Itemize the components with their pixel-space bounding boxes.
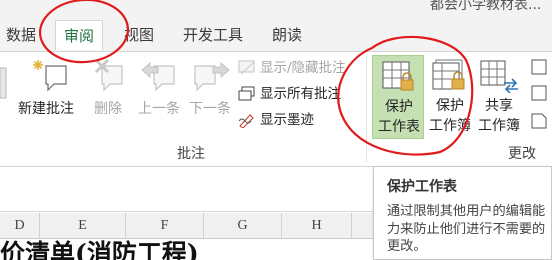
share-workbook-label-2: 工作簿 — [478, 118, 520, 134]
next-comment-label: 下一条 — [189, 101, 231, 117]
previous-comment-icon — [140, 58, 180, 99]
group-separator — [366, 56, 367, 162]
window-title: 都会小学教材表... — [430, 0, 542, 13]
share-workbook-icon — [480, 59, 520, 98]
tooltip-body: 通过限制其他用户的编辑能力来防止他们进行不需要的更改。 — [387, 204, 546, 254]
show-hide-comment-icon — [238, 60, 255, 75]
protect-sheet-label-1: 保护 — [385, 99, 413, 115]
tooltip-title: 保护工作表 — [387, 179, 457, 195]
share-workbook-label-1: 共享 — [485, 98, 513, 114]
protect-sheet-button[interactable]: 保护 工作表 — [372, 55, 424, 139]
protect-workbook-label-2: 工作簿 — [429, 118, 471, 134]
ribbon-tab-bar: 都会小学教材表... 数据 审阅 视图 开发工具 朗读 — [0, 0, 552, 52]
protect-sheet-tooltip: 保护工作表 通过限制其他用户的编辑能力来防止他们进行不需要的更改。 — [373, 166, 552, 260]
column-header-h[interactable]: H — [282, 213, 352, 239]
tab-data[interactable]: 数据 — [6, 24, 36, 45]
tab-review[interactable]: 审阅 — [55, 20, 104, 50]
tab-speech[interactable]: 朗读 — [272, 24, 302, 45]
show-all-comments-button[interactable]: 显示所有批注 — [238, 84, 362, 104]
show-all-comments-label: 显示所有批注 — [260, 86, 341, 102]
cut-off-right-icons — [528, 58, 552, 138]
show-hide-comment-button[interactable]: 显示/隐藏批注 — [238, 58, 362, 78]
show-ink-button[interactable]: 显示墨迹 — [238, 110, 362, 130]
share-workbook-button[interactable]: 共享 工作簿 — [476, 55, 522, 139]
changes-group-label: 更改 — [508, 146, 536, 162]
column-header-g[interactable]: G — [204, 213, 282, 239]
show-ink-icon — [238, 114, 254, 128]
protect-workbook-button[interactable]: 保护 工作簿 — [426, 55, 474, 139]
sheet-title-cell[interactable]: 价清单(消防工程) — [0, 234, 199, 260]
protect-sheet-icon — [381, 60, 417, 99]
delete-comment-icon — [92, 58, 126, 99]
delete-comment-label: 删除 — [94, 101, 122, 117]
show-hide-comment-label: 显示/隐藏批注 — [260, 60, 346, 76]
tab-view[interactable]: 视图 — [124, 24, 154, 45]
show-all-comments-icon — [238, 86, 255, 101]
previous-comment-label: 上一条 — [138, 101, 180, 117]
protect-workbook-label-1: 保护 — [436, 98, 464, 114]
new-comment-icon — [32, 58, 72, 99]
new-comment-label: 新建批注 — [18, 101, 74, 117]
next-comment-icon — [191, 58, 231, 99]
protect-workbook-icon — [432, 59, 468, 98]
next-comment-button[interactable]: 下一条 — [187, 58, 237, 120]
show-ink-label: 显示墨迹 — [260, 112, 314, 128]
delete-comment-button[interactable]: 删除 — [92, 58, 128, 120]
comments-group-label: 批注 — [177, 146, 205, 162]
protect-sheet-label-2: 工作表 — [378, 119, 420, 135]
previous-comment-button[interactable]: 上一条 — [136, 58, 186, 120]
new-comment-button[interactable]: 新建批注 — [18, 58, 84, 120]
cut-off-icon — [0, 64, 8, 108]
tab-developer[interactable]: 开发工具 — [183, 24, 243, 45]
